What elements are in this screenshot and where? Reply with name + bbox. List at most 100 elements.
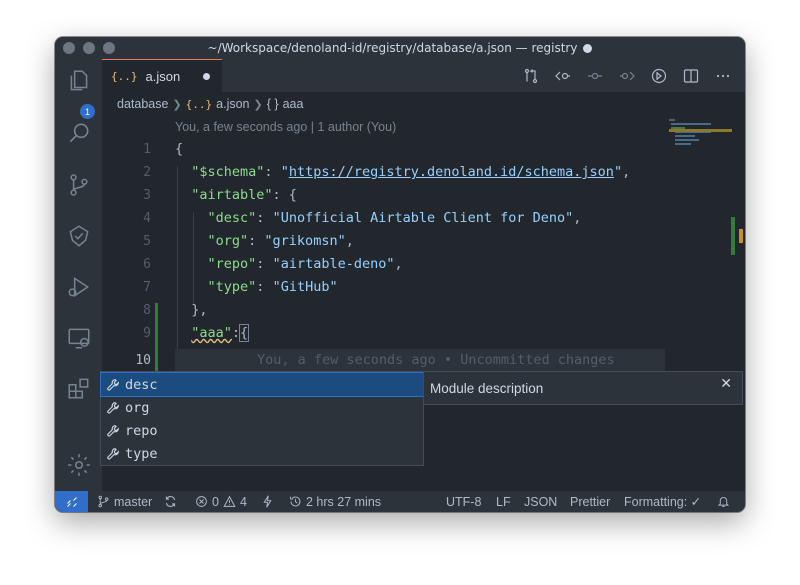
line-number: 3 (143, 188, 151, 203)
code-text[interactable]: "$schema": "https://registry.denoland.id… (175, 161, 630, 184)
split-editor-icon[interactable] (681, 66, 701, 86)
suggestion-label: desc (125, 376, 158, 393)
suggestion-item-type[interactable]: type (101, 442, 423, 465)
line-number: 2 (143, 165, 151, 180)
minimap[interactable] (667, 115, 732, 155)
code-line: 2 "$schema": "https://registry.denoland.… (55, 161, 695, 184)
dirty-indicator-icon[interactable] (203, 73, 210, 80)
remote-indicator-button[interactable] (55, 491, 88, 512)
code-line: 9 "aaa":{ (55, 322, 695, 345)
close-window-button[interactable] (63, 42, 75, 54)
branch-status[interactable]: master (97, 491, 152, 512)
code-text[interactable]: "type": "GitHub" (175, 276, 338, 299)
minimize-window-button[interactable] (83, 42, 95, 54)
formatting-status[interactable]: Formatting: ✓ (624, 491, 701, 512)
bell-icon (717, 497, 730, 507)
prettier-status[interactable]: Prettier (570, 491, 610, 512)
error-count: 0 (212, 494, 219, 509)
explorer-badge: 1 (80, 104, 95, 119)
sync-button[interactable] (164, 491, 177, 512)
history-icon (290, 496, 301, 507)
encoding-status[interactable]: UTF-8 (446, 491, 481, 512)
toggle-blame-icon[interactable] (649, 66, 669, 86)
wrench-icon (107, 378, 119, 391)
code-line: 1 { (55, 138, 695, 161)
code-line: 8 }, (55, 299, 695, 322)
wrench-icon (107, 447, 119, 460)
git-commit-icon[interactable] (585, 66, 605, 86)
title-bar: ~/Workspace/denoland-id/registry/databas… (55, 37, 745, 59)
language-mode-status[interactable]: JSON (524, 491, 557, 512)
code-text[interactable]: }, (175, 299, 207, 322)
notifications-button[interactable] (717, 491, 730, 512)
window-controls (63, 42, 115, 54)
suggestion-item-repo[interactable]: repo (101, 419, 423, 442)
prettier-label: Prettier (570, 494, 611, 509)
zoom-window-button[interactable] (103, 42, 115, 54)
breadcrumb-file[interactable]: a.json (216, 97, 249, 111)
explorer-icon[interactable] (66, 68, 92, 94)
codelens-blame[interactable]: You, a few seconds ago | 1 author (You) (175, 120, 396, 134)
suggestion-item-desc[interactable]: desc (100, 372, 424, 397)
deno-status[interactable] (261, 491, 274, 512)
code-text[interactable]: "airtable": { (175, 184, 297, 207)
suggestion-label: repo (125, 422, 158, 439)
settings-gear-icon[interactable] (66, 452, 92, 478)
tab-a-json[interactable]: {..} a.json (102, 59, 222, 92)
schema-link[interactable]: https://registry.denoland.id/schema.json (289, 164, 614, 180)
unsaved-dot-icon (583, 43, 593, 53)
encoding-label: UTF-8 (446, 494, 482, 509)
code-text[interactable]: "repo": "airtable-deno", (175, 253, 403, 276)
sync-icon (165, 496, 176, 507)
remote-icon (66, 496, 77, 507)
code-line: 4 "desc": "Unofficial Airtable Client fo… (55, 207, 695, 230)
eol-status[interactable]: LF (496, 491, 511, 512)
code-text[interactable]: "aaa":{ (175, 322, 250, 345)
time-tracker-status[interactable]: 2 hrs 27 mins (289, 491, 381, 512)
close-icon[interactable]: ✕ (720, 376, 732, 392)
breadcrumb-symbol[interactable]: aaa (283, 97, 304, 111)
line-number: 7 (143, 280, 151, 295)
more-actions-icon[interactable] (713, 66, 733, 86)
line-number: 8 (143, 303, 151, 318)
previous-change-icon[interactable] (553, 66, 573, 86)
next-change-icon[interactable] (617, 66, 637, 86)
wrench-icon (107, 401, 119, 414)
code-text[interactable]: "org": "grikomsn", (175, 230, 354, 253)
editor-actions (521, 66, 733, 86)
code-line: 7 "type": "GitHub" (55, 276, 695, 299)
formatting-label: Formatting: ✓ (624, 495, 702, 509)
tab-bar: {..} a.json (102, 59, 745, 92)
suggestion-detail-text: Module description (430, 381, 544, 396)
branch-name: master (114, 494, 153, 509)
window-title: ~/Workspace/denoland-id/registry/databas… (207, 41, 578, 55)
suggestion-label: type (125, 445, 158, 462)
object-symbol-icon: { } (266, 97, 279, 111)
wrench-icon (107, 424, 119, 437)
code-text[interactable]: { (175, 138, 183, 161)
chevron-right-icon: ❯ (253, 98, 263, 111)
extensions-icon[interactable] (66, 375, 92, 401)
scrollbar-warning-marker (739, 229, 743, 243)
json-file-icon: {..} (185, 97, 213, 111)
line-number: 5 (143, 234, 151, 249)
problems-status[interactable]: 0 4 (195, 491, 247, 512)
code-line: 3 "airtable": { (55, 184, 695, 207)
open-changes-icon[interactable] (521, 66, 541, 86)
warning-icon (223, 495, 236, 507)
git-branch-icon (98, 495, 109, 508)
error-icon (196, 496, 207, 507)
editor-window: ~/Workspace/denoland-id/registry/databas… (55, 37, 745, 512)
status-bar: master 0 4 2 hrs 27 mins UTF-8 LF JSON P… (55, 491, 745, 512)
code-line: 10 (55, 349, 695, 372)
code-text[interactable]: "desc": "Unofficial Airtable Client for … (175, 207, 582, 230)
line-number: 9 (143, 326, 151, 341)
breadcrumb-folder[interactable]: database (117, 97, 168, 111)
suggestion-item-org[interactable]: org (101, 396, 423, 419)
line-number: 1 (143, 142, 151, 157)
lightning-icon (263, 495, 272, 508)
scrollbar-change-marker (731, 217, 735, 255)
json-file-icon: {..} (111, 69, 138, 83)
breadcrumb: database ❯ {..} a.json ❯ { } aaa (117, 95, 303, 113)
suggestion-label: org (125, 399, 150, 416)
